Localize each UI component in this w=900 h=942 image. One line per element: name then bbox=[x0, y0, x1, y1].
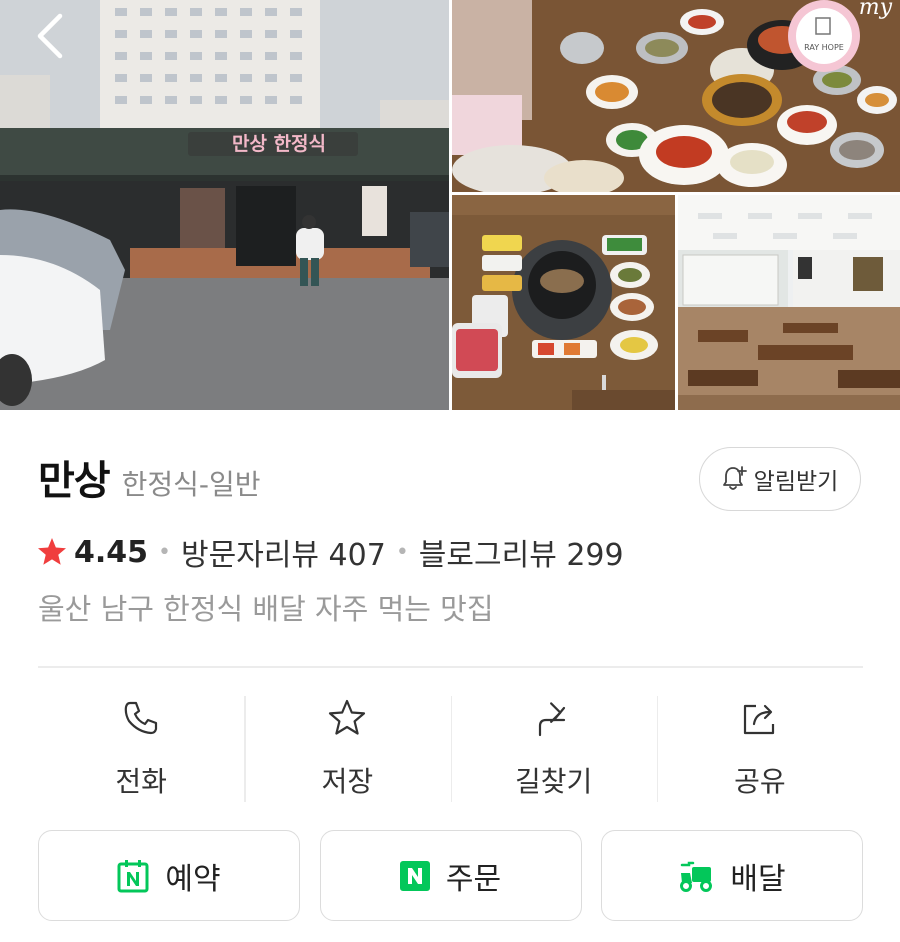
action-bar: 전화 저장 길찾기 공유 bbox=[38, 692, 863, 804]
alarm-label: 알림받기 bbox=[753, 469, 839, 495]
brand-watermark: RAY HOPE bbox=[804, 43, 844, 52]
back-button[interactable] bbox=[30, 10, 74, 62]
service-buttons: 예약 주문 배달 bbox=[38, 830, 863, 922]
save-button[interactable]: 저장 bbox=[244, 692, 450, 804]
rating-row: 4.45 • 방문자리뷰 407 • 블로그리뷰 299 bbox=[36, 530, 624, 574]
reservation-button[interactable]: 예약 bbox=[38, 830, 300, 921]
star-outline-icon bbox=[329, 699, 366, 735]
corner-watermark: my bbox=[859, 0, 893, 20]
bell-plus-icon bbox=[722, 466, 747, 490]
delivery-label: 배달 bbox=[730, 861, 786, 897]
save-label: 저장 bbox=[321, 765, 374, 798]
route-arrow-icon bbox=[538, 702, 565, 737]
visitor-reviews-link[interactable]: 방문자리뷰 407 bbox=[181, 530, 386, 574]
table-dishes-photo[interactable]: RAY HOPE my bbox=[452, 0, 900, 192]
order-button[interactable]: 주문 bbox=[319, 830, 582, 921]
chevron-left-icon bbox=[37, 13, 63, 59]
place-name: 만상 bbox=[38, 458, 111, 504]
divider bbox=[38, 666, 863, 668]
directions-label: 길찾기 bbox=[514, 765, 593, 798]
separator-dot: • bbox=[158, 539, 172, 565]
phone-icon bbox=[124, 701, 158, 735]
reservation-label: 예약 bbox=[165, 861, 221, 897]
blog-reviews-link[interactable]: 블로그리뷰 299 bbox=[419, 530, 624, 574]
share-label: 공유 bbox=[734, 765, 786, 798]
naver-calendar-icon bbox=[117, 859, 149, 892]
directions-button[interactable]: 길찾기 bbox=[450, 692, 657, 804]
call-label: 전화 bbox=[115, 765, 167, 798]
separator-dot: • bbox=[395, 539, 409, 565]
dining-room-photo[interactable] bbox=[678, 195, 900, 410]
share-icon bbox=[743, 704, 774, 735]
naver-n-icon bbox=[399, 860, 430, 891]
share-button[interactable]: 공유 bbox=[656, 692, 863, 804]
grill-set-photo[interactable] bbox=[452, 195, 675, 410]
call-button[interactable]: 전화 bbox=[38, 692, 244, 804]
title-row: 만상 한정식-일반 bbox=[38, 448, 261, 508]
star-filled-icon bbox=[38, 538, 66, 565]
place-description: 울산 남구 한정식 배달 자주 먹는 맛집 bbox=[38, 592, 494, 626]
photo-gallery: 만상 한정식 RAY HOPE my bbox=[0, 0, 900, 410]
delivery-scooter-icon bbox=[680, 861, 713, 892]
delivery-button[interactable]: 배달 bbox=[601, 830, 863, 921]
rating-value: 4.45 bbox=[74, 534, 149, 570]
alarm-button[interactable]: 알림받기 bbox=[699, 447, 861, 511]
place-category: 한정식-일반 bbox=[121, 468, 261, 501]
storefront-signboard: 만상 한정식 bbox=[232, 133, 326, 155]
order-label: 주문 bbox=[445, 861, 502, 897]
